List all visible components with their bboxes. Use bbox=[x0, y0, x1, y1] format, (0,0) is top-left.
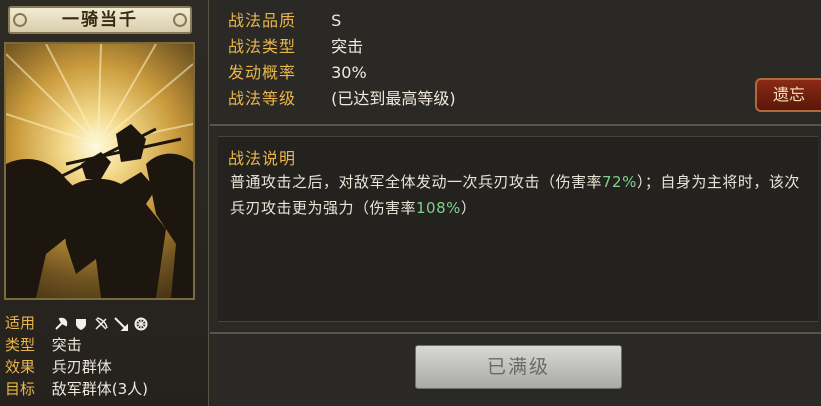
damage-rate-base: 72% bbox=[602, 173, 637, 191]
skill-name: 一骑当千 bbox=[62, 10, 138, 30]
effect-row: 效果 兵刃群体 bbox=[5, 356, 205, 378]
description-title: 战法说明 bbox=[228, 149, 297, 168]
skill-type-row: 战法类型 突击 bbox=[228, 34, 456, 60]
shield-icon bbox=[74, 317, 88, 331]
axe-icon bbox=[54, 317, 68, 331]
section-divider bbox=[210, 124, 821, 126]
skill-detail-panel: 战法品质 S 战法类型 突击 发动概率 30% 战法等级 (已达到最高等级) 遗… bbox=[210, 0, 821, 406]
skill-card-panel: 一骑当千 适用 类型 突击 效果 兵刃群体 目标 敌军群体(3人) bbox=[0, 0, 209, 406]
level-label: 战法等级 bbox=[228, 89, 297, 108]
applicable-row: 适用 bbox=[5, 312, 205, 334]
quality-label: 战法品质 bbox=[228, 11, 297, 30]
cavalry-silhouettes bbox=[6, 124, 193, 298]
applicable-troop-icons bbox=[54, 316, 148, 331]
quality-row: 战法品质 S bbox=[228, 8, 456, 34]
skill-card-art bbox=[4, 42, 195, 300]
card-info-list: 适用 类型 突击 效果 兵刃群体 目标 敌军群体(3人) bbox=[5, 312, 205, 400]
chance-row: 发动概率 30% bbox=[228, 60, 456, 86]
skill-type-label: 战法类型 bbox=[228, 37, 297, 56]
wheel-icon bbox=[134, 317, 148, 331]
type-label: 类型 bbox=[5, 336, 36, 354]
applicable-label: 适用 bbox=[5, 314, 36, 332]
forget-skill-button[interactable]: 遗忘 bbox=[755, 78, 821, 112]
target-value: 敌军群体(3人) bbox=[51, 380, 149, 398]
banner-ornament-right bbox=[173, 13, 187, 27]
level-value: (已达到最高等级) bbox=[331, 89, 456, 108]
type-value: 突击 bbox=[51, 336, 82, 354]
skill-name-banner: 一骑当千 bbox=[8, 6, 192, 34]
crossed-bows-icon bbox=[94, 316, 108, 331]
cavalry-charge-illustration bbox=[6, 44, 193, 298]
banner-ornament-left bbox=[13, 13, 27, 27]
damage-rate-commander: 108% bbox=[416, 199, 461, 217]
section-divider-bottom bbox=[210, 332, 821, 334]
effect-label: 效果 bbox=[5, 358, 36, 376]
skill-type-value: 突击 bbox=[331, 37, 364, 56]
type-row: 类型 突击 bbox=[5, 334, 205, 356]
description-text: 普通攻击之后，对敌军全体发动一次兵刃攻击（伤害率72%）；自身为主将时，该次兵刃… bbox=[230, 169, 810, 221]
effect-value: 兵刃群体 bbox=[51, 358, 112, 376]
skill-description-box: 战法说明 普通攻击之后，对敌军全体发动一次兵刃攻击（伤害率72%）；自身为主将时… bbox=[218, 136, 818, 322]
description-part-3: ） bbox=[460, 199, 477, 217]
level-row: 战法等级 (已达到最高等级) bbox=[228, 86, 456, 112]
spear-icon bbox=[114, 316, 128, 331]
sun-rays bbox=[6, 44, 193, 145]
skill-stats: 战法品质 S 战法类型 突击 发动概率 30% 战法等级 (已达到最高等级) bbox=[228, 8, 456, 112]
max-level-button[interactable]: 已满级 bbox=[415, 345, 622, 389]
target-row: 目标 敌军群体(3人) bbox=[5, 378, 205, 400]
target-label: 目标 bbox=[5, 380, 36, 398]
chance-value: 30% bbox=[331, 63, 367, 82]
quality-value: S bbox=[331, 11, 342, 30]
chance-label: 发动概率 bbox=[228, 63, 297, 82]
description-part-1: 普通攻击之后，对敌军全体发动一次兵刃攻击（伤害率 bbox=[230, 173, 603, 191]
